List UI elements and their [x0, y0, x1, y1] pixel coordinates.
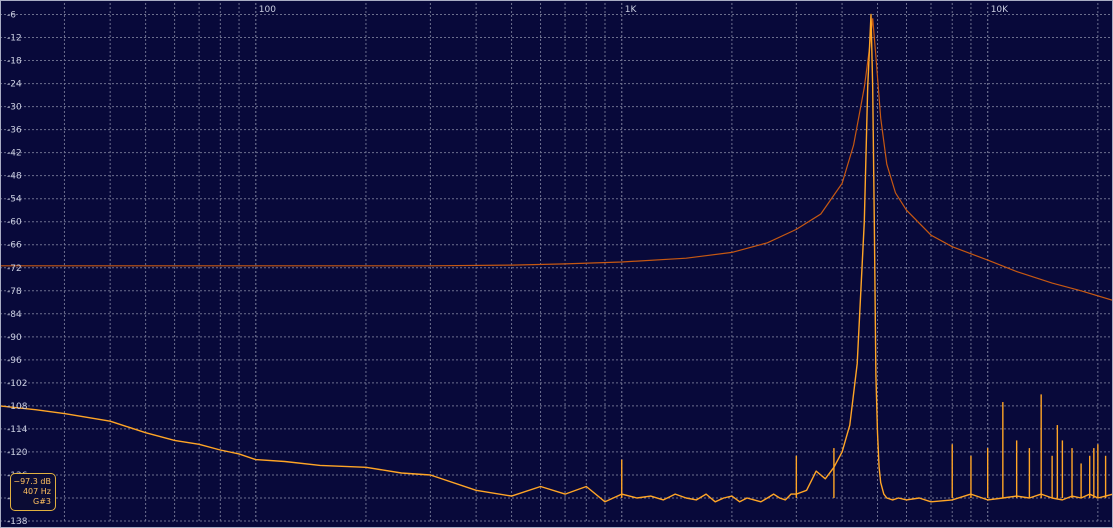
readout-frequency: 407 Hz [22, 487, 51, 496]
y-tick-label: -66 [7, 241, 22, 251]
y-tick-label: -114 [7, 425, 28, 435]
y-tick-label: -120 [7, 448, 28, 458]
y-tick-label: -6 [7, 11, 16, 21]
y-tick-label: -108 [7, 402, 28, 412]
y-tick-label: -36 [7, 126, 22, 136]
y-tick-label: -42 [7, 149, 22, 159]
y-tick-label: -30 [7, 103, 22, 113]
y-tick-label: -72 [7, 264, 22, 274]
y-tick-label: -78 [7, 287, 22, 297]
readout-level: −97.3 dB [13, 477, 51, 486]
y-tick-label: -96 [7, 356, 22, 366]
y-tick-label: -138 [7, 517, 28, 527]
x-tick-label: 100 [259, 5, 276, 15]
y-tick-label: -102 [7, 379, 27, 389]
y-tick-label: -90 [7, 333, 22, 343]
y-tick-label: -48 [7, 172, 22, 182]
y-tick-label: -84 [7, 310, 22, 320]
y-tick-label: -24 [7, 80, 22, 90]
x-tick-label: 10K [991, 5, 1009, 15]
x-tick-label: 1K [625, 5, 638, 15]
y-tick-label: -18 [7, 57, 22, 67]
cursor-readout: −97.3 dB 407 Hz G#3 [10, 473, 56, 511]
y-tick-label: -60 [7, 218, 22, 228]
y-tick-label: -12 [7, 34, 22, 44]
spectrum-chart[interactable]: -6 -12 -18 -24 -30 -36 -42 -48 -54 -60 -66 -72 -78 -8… [0, 0, 1113, 528]
y-tick-label: -54 [7, 195, 22, 205]
readout-note: G#3 [33, 497, 51, 506]
